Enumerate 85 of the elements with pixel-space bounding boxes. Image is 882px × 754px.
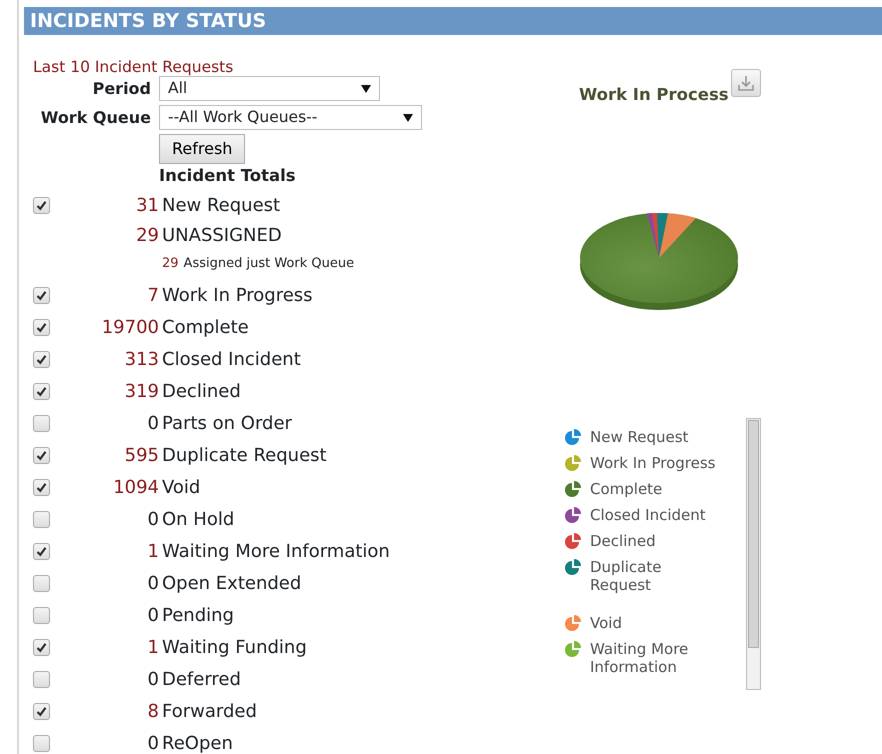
status-label: Open Extended [162,572,302,594]
checkbox[interactable] [33,734,50,752]
checkmark-icon [36,354,47,364]
count-text: 31 [136,194,159,216]
legend-label: Void [590,614,622,632]
count-text: 0 [148,508,159,530]
checkbox[interactable] [33,478,50,496]
checkbox[interactable] [33,196,50,214]
count-text: 1094 [113,476,159,498]
count-text: 19700 [102,316,159,338]
status-label: On Hold [162,508,234,530]
section-heading: Incident Totals [158,165,297,188]
legend-label: Closed Incident [590,506,706,524]
count-text: 0 [148,412,159,434]
status-label: Waiting Funding [162,636,307,658]
count-text: 29 [162,256,179,272]
status-label: Closed Incident [162,348,301,370]
legend-label: Work In Progress [590,454,716,472]
field-label: Work Queue [40,106,152,129]
checkbox[interactable] [33,606,50,624]
dropdown-arrow-icon [403,114,413,122]
status-label: ReOpen [162,732,233,754]
checkmark-icon [36,322,47,332]
count-text: 8 [148,700,159,722]
status-label: Assigned just Work Queue [184,256,354,272]
status-label: Declined [162,380,241,402]
field-label: Period [92,78,152,100]
legend-label: Declined [590,532,656,550]
status-label: Forwarded [162,700,257,722]
checkbox[interactable] [33,638,50,656]
checkbox[interactable] [33,510,50,528]
checkbox[interactable] [33,350,50,368]
status-label: UNASSIGNED [162,224,282,246]
download-icon [736,74,755,92]
status-label: New Request [162,194,280,216]
checkmark-icon [36,642,47,652]
status-label: Parts on Order [162,412,292,434]
count-text: 0 [148,572,159,594]
checkmark-icon [36,450,47,460]
download-button[interactable] [730,69,761,97]
checkbox[interactable] [33,702,50,720]
legend-label: Complete [590,480,662,498]
count-text: 595 [124,444,159,466]
dropdown-arrow-icon [361,84,371,93]
checkmark-icon [36,706,47,716]
checkbox[interactable] [33,318,50,336]
legend-label: New Request [590,428,688,446]
checkbox[interactable] [33,574,50,592]
checkbox[interactable] [33,542,50,560]
period-select[interactable]: All [159,76,380,102]
count-text: 0 [148,604,159,626]
status-label: Waiting More Information [162,540,390,562]
count-text: 1 [148,540,159,562]
status-label: Void [162,476,200,498]
count-text: 0 [148,732,159,754]
status-label: Pending [162,604,234,626]
scrollbar-thumb[interactable] [748,420,759,648]
status-label: Duplicate Request [162,444,327,466]
status-label: Deferred [162,668,241,690]
checkmark-icon [36,546,47,556]
scrollbar[interactable] [746,418,761,690]
checkmark-icon [36,290,47,300]
panel-header: INCIDENTS BY STATUS [24,7,882,35]
count-text: 1 [148,636,159,658]
chart-title: Work In Process [579,84,729,106]
checkbox[interactable] [33,286,50,304]
count-text: 319 [124,380,159,402]
count-text: 0 [148,668,159,690]
status-label: Work In Progress [162,284,313,306]
checkmark-icon [36,482,47,492]
checkbox[interactable] [33,670,50,688]
refresh-button[interactable]: Refresh [159,134,246,164]
checkmark-icon [36,200,47,210]
checkbox[interactable] [33,382,50,400]
work-queue-select[interactable]: --All Work Queues-- [159,105,422,130]
legend-label: Waiting More Information [590,640,690,676]
checkbox[interactable] [33,446,50,464]
caption-text: Last 10 Incident Requests [33,57,234,78]
status-label: Complete [162,316,249,338]
checkbox[interactable] [33,414,50,432]
legend-label: Duplicate Request [590,558,662,594]
count-text: 313 [124,348,159,370]
count-text: 7 [148,284,159,306]
checkmark-icon [36,386,47,396]
count-text: 29 [136,224,159,246]
